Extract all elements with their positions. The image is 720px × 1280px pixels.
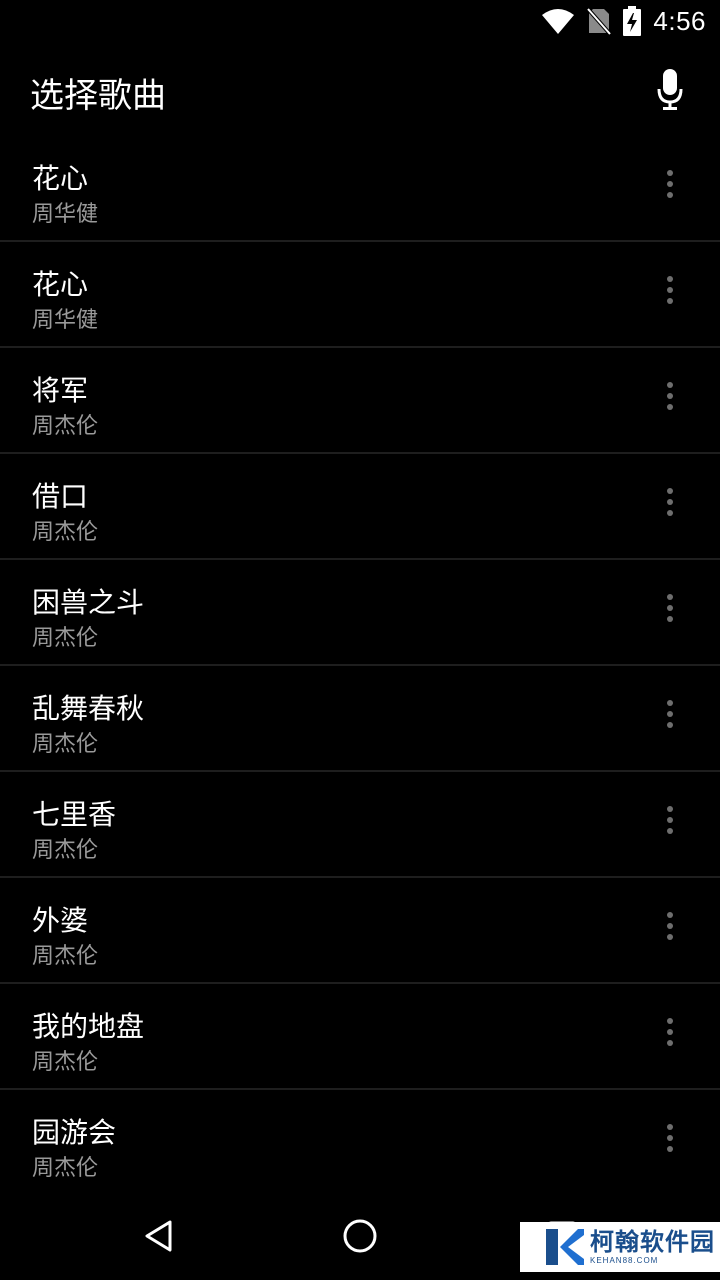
- song-artist: 周杰伦: [32, 414, 99, 439]
- song-text: 我的地盘 周杰伦: [32, 1010, 144, 1078]
- watermark-name: 柯翰软件园: [590, 1227, 715, 1256]
- song-artist: 周杰伦: [32, 1156, 99, 1181]
- more-vertical-icon: [666, 275, 674, 309]
- song-more-button[interactable]: [652, 378, 688, 418]
- song-artist: 周杰伦: [32, 626, 99, 651]
- microphone-icon: [657, 69, 683, 115]
- song-artist: 周杰伦: [32, 944, 99, 969]
- song-artist: 周华健: [32, 308, 99, 333]
- song-more-button[interactable]: [652, 484, 688, 524]
- song-more-button[interactable]: [652, 802, 688, 842]
- song-title: 花心: [32, 268, 89, 301]
- song-text: 将军 周杰伦: [32, 374, 98, 442]
- more-vertical-icon: [666, 169, 674, 203]
- more-vertical-icon: [666, 1123, 674, 1157]
- song-title: 七里香: [32, 798, 117, 831]
- song-list-item[interactable]: 借口 周杰伦: [0, 454, 720, 560]
- more-vertical-icon: [666, 699, 674, 733]
- song-text: 困兽之斗 周杰伦: [32, 586, 144, 654]
- song-list-item[interactable]: 花心 周华健: [0, 242, 720, 348]
- song-title: 乱舞春秋: [32, 692, 145, 725]
- no-sim-icon: [587, 7, 612, 35]
- more-vertical-icon: [666, 911, 674, 945]
- song-list-item[interactable]: 将军 周杰伦: [0, 348, 720, 454]
- song-title: 困兽之斗: [32, 586, 145, 619]
- home-icon: [342, 1218, 378, 1258]
- screen: 4:56 选择歌曲 花心 周华健 花心 周华健 将军 周杰伦 借口 周杰伦 困兽…: [0, 0, 720, 1280]
- more-vertical-icon: [666, 805, 674, 839]
- status-bar: 4:56: [0, 0, 720, 42]
- song-artist: 周杰伦: [32, 838, 99, 863]
- song-more-button[interactable]: [652, 166, 688, 206]
- song-artist: 周杰伦: [32, 1050, 99, 1075]
- song-list: 花心 周华健 花心 周华健 将军 周杰伦 借口 周杰伦 困兽之斗 周杰伦 乱舞春…: [0, 136, 720, 1196]
- song-list-item[interactable]: 乱舞春秋 周杰伦: [0, 666, 720, 772]
- song-text: 花心 周华健: [32, 162, 98, 230]
- status-time: 4:56: [653, 5, 706, 36]
- song-text: 七里香 周杰伦: [32, 798, 116, 866]
- song-more-button[interactable]: [652, 1014, 688, 1054]
- song-more-button[interactable]: [652, 1120, 688, 1160]
- song-text: 外婆 周杰伦: [32, 904, 98, 972]
- song-text: 乱舞春秋 周杰伦: [32, 692, 144, 760]
- more-vertical-icon: [666, 381, 674, 415]
- song-more-button[interactable]: [652, 908, 688, 948]
- song-text: 花心 周华健: [32, 268, 98, 336]
- page-title: 选择歌曲: [30, 75, 166, 116]
- song-list-item[interactable]: 园游会 周杰伦: [0, 1090, 720, 1196]
- voice-search-button[interactable]: [642, 64, 698, 120]
- song-list-item[interactable]: 困兽之斗 周杰伦: [0, 560, 720, 666]
- song-list-item[interactable]: 七里香 周杰伦: [0, 772, 720, 878]
- more-vertical-icon: [666, 487, 674, 521]
- back-button[interactable]: [132, 1212, 184, 1264]
- more-vertical-icon: [666, 593, 674, 627]
- watermark-url: KEHAN88.COM: [590, 1255, 659, 1265]
- watermark-text: 柯翰软件园 KEHAN88.COM: [590, 1230, 715, 1265]
- more-vertical-icon: [666, 1017, 674, 1051]
- battery-charging-icon: [623, 6, 642, 36]
- song-list-item[interactable]: 我的地盘 周杰伦: [0, 984, 720, 1090]
- app-bar: 选择歌曲: [0, 42, 720, 142]
- song-title: 花心: [32, 162, 89, 195]
- song-title: 借口: [32, 480, 89, 513]
- song-artist: 周杰伦: [32, 520, 99, 545]
- song-artist: 周华健: [32, 202, 99, 227]
- song-list-item[interactable]: 外婆 周杰伦: [0, 878, 720, 984]
- song-artist: 周杰伦: [32, 732, 99, 757]
- song-title: 园游会: [32, 1116, 117, 1149]
- song-list-item[interactable]: 花心 周华健: [0, 136, 720, 242]
- song-title: 将军: [32, 374, 89, 407]
- song-more-button[interactable]: [652, 272, 688, 312]
- song-title: 我的地盘: [32, 1010, 145, 1043]
- kehan-logo-icon: [540, 1225, 584, 1269]
- back-icon: [143, 1219, 173, 1257]
- wifi-icon: [541, 7, 575, 35]
- watermark: 柯翰软件园 KEHAN88.COM: [520, 1222, 720, 1272]
- song-more-button[interactable]: [652, 590, 688, 630]
- song-text: 借口 周杰伦: [32, 480, 98, 548]
- home-button[interactable]: [334, 1212, 386, 1264]
- song-title: 外婆: [32, 904, 89, 937]
- song-text: 园游会 周杰伦: [32, 1116, 116, 1184]
- song-more-button[interactable]: [652, 696, 688, 736]
